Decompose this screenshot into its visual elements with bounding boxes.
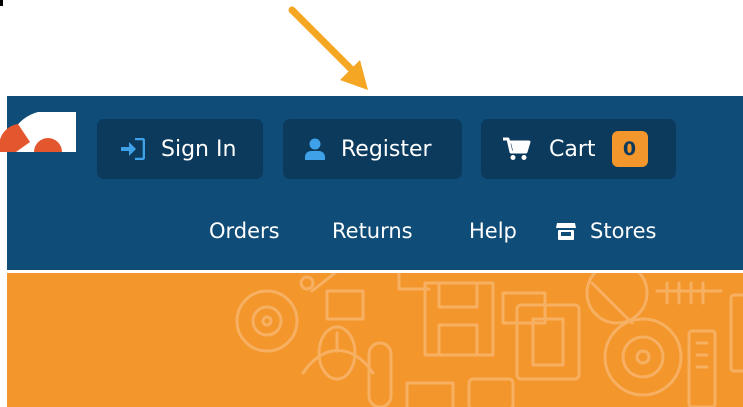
sign-in-label: Sign In bbox=[161, 136, 237, 162]
register-label: Register bbox=[341, 136, 432, 162]
sign-in-icon bbox=[121, 138, 145, 160]
page: Sign In Register Cart 0 Orders Returns H… bbox=[0, 0, 743, 407]
logo-icon bbox=[0, 112, 76, 152]
cart-icon bbox=[503, 137, 531, 161]
cart-count-badge: 0 bbox=[611, 131, 648, 167]
user-icon bbox=[305, 138, 325, 160]
nav-link-orders[interactable]: Orders bbox=[209, 214, 280, 248]
store-icon bbox=[556, 222, 576, 240]
nav-link-help[interactable]: Help bbox=[469, 214, 517, 248]
nav-link-returns[interactable]: Returns bbox=[332, 214, 413, 248]
hero-pattern-icon bbox=[235, 273, 743, 407]
cart-label: Cart bbox=[549, 136, 596, 162]
register-button[interactable]: Register bbox=[283, 119, 462, 179]
nav-link-stores[interactable]: Stores bbox=[556, 214, 656, 248]
sign-in-button[interactable]: Sign In bbox=[97, 119, 263, 179]
corner-mark bbox=[0, 0, 3, 6]
annotation-arrow-icon bbox=[288, 6, 368, 90]
nav-link-stores-label: Stores bbox=[590, 219, 657, 243]
hero-banner bbox=[7, 273, 743, 407]
cart-button[interactable]: Cart 0 bbox=[481, 119, 676, 179]
